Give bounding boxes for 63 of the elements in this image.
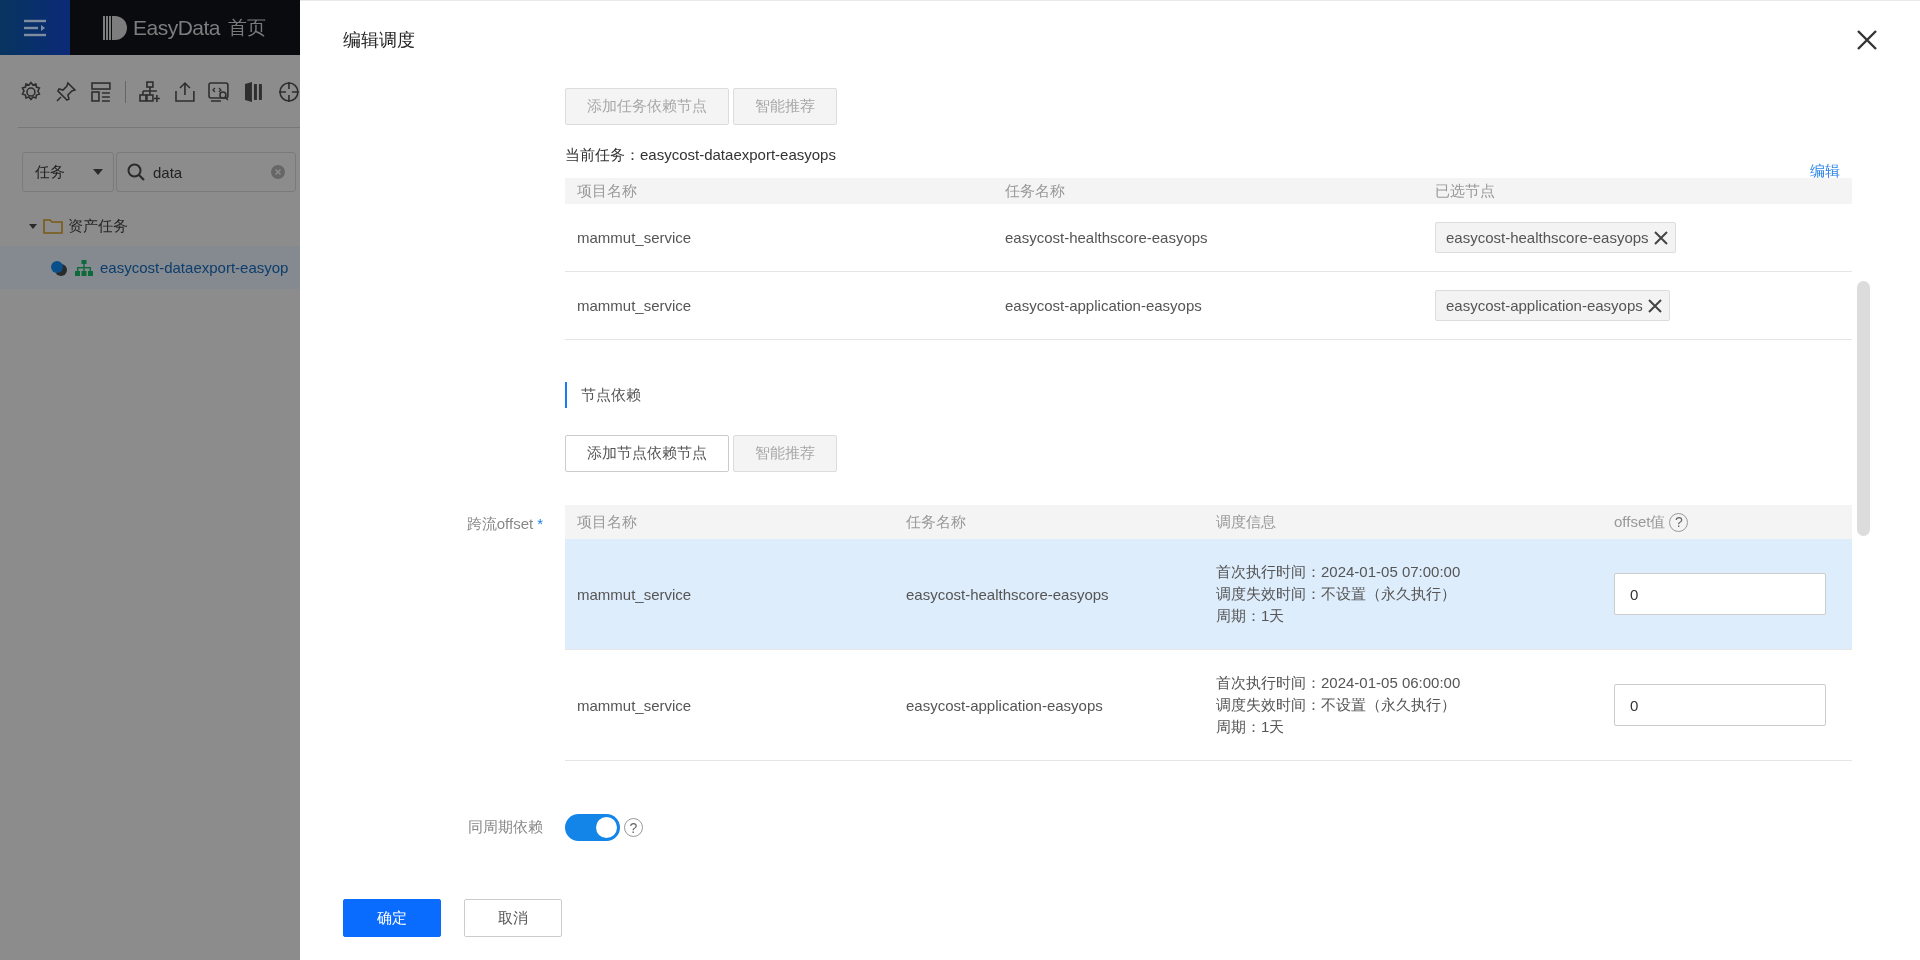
add-button[interactable]: 添加节点依赖节点 bbox=[565, 435, 729, 472]
header-cell-text: 已选节点 bbox=[1434, 181, 1496, 201]
header-cell: 项目名称 bbox=[577, 512, 637, 532]
close-icon[interactable] bbox=[1652, 229, 1669, 246]
tree-item[interactable]: 资产任务 bbox=[68, 216, 128, 236]
close-icon[interactable] bbox=[1857, 29, 1877, 50]
table-row[interactable]: mammut_service easycost-healthscore-easyops 首次执行时间：2024-01-05 07:00:00 调度失效时间：不设置（永久执行） 周期：1天 0 bbox=[565, 539, 1852, 650]
caret-down-icon[interactable] bbox=[28, 221, 38, 231]
header-cell: offset值 bbox=[1614, 512, 1666, 532]
header-cell: 任务名称 bbox=[906, 512, 966, 532]
field-label: 跨流offset bbox=[466, 515, 534, 532]
table-cell-text: easycost-healthscore-easyops bbox=[1004, 229, 1209, 246]
header-cell-text: 项目名称 bbox=[576, 181, 638, 201]
schedule-text: 周期：1天 bbox=[1216, 606, 1286, 626]
table-row[interactable]: mammut_service easycost-application-easyops 首次执行时间：2024-01-05 06:00:00 调度失效时间：不设置（永久执行） 周期：1天 0 bbox=[565, 650, 1852, 761]
section-heading: 节点依赖 bbox=[565, 382, 1852, 408]
menu-icon[interactable] bbox=[24, 18, 46, 37]
header-cell: 调度信息 bbox=[1216, 512, 1276, 532]
scrollbar-thumb[interactable] bbox=[1857, 281, 1870, 536]
caret-down-icon bbox=[93, 169, 103, 175]
type-select[interactable]: 任务 bbox=[22, 152, 114, 192]
schedule-text: 调度失效时间：不设置（永久执行） bbox=[1216, 584, 1457, 604]
offset-input[interactable]: 0 bbox=[1614, 573, 1826, 615]
hierarchy-plus-icon[interactable] bbox=[138, 81, 161, 103]
circles-icon bbox=[50, 259, 68, 276]
node-tag: easycost-application-easyops bbox=[1435, 290, 1670, 321]
confirm-button[interactable]: 确定 bbox=[343, 899, 441, 937]
table-cell-text: mammut_service bbox=[576, 297, 693, 314]
upload-icon[interactable] bbox=[173, 81, 196, 103]
cancel-button[interactable]: 取消 bbox=[464, 899, 562, 937]
schedule-text: 首次执行时间：2024-01-05 06:00:00 bbox=[1216, 673, 1462, 693]
edit-link[interactable]: 编辑 bbox=[1810, 162, 1840, 181]
schedule-text: 周期：1天 bbox=[1216, 717, 1286, 737]
table-cell-text: mammut_service bbox=[576, 229, 693, 246]
code-search-icon[interactable] bbox=[208, 81, 231, 103]
folder-icon bbox=[43, 218, 63, 234]
toggle-switch[interactable] bbox=[565, 814, 620, 841]
schedule-text: 首次执行时间：2024-01-05 07:00:00 bbox=[1216, 562, 1462, 582]
logo-icon bbox=[103, 14, 127, 41]
close-icon[interactable] bbox=[1646, 297, 1663, 314]
schedule-text: 调度失效时间：不设置（永久执行） bbox=[1216, 695, 1457, 715]
search-field[interactable]: data bbox=[116, 152, 296, 192]
drawer-title: 编辑调度 bbox=[343, 28, 415, 52]
current-task-text: 当前任务：easycost-dataexport-easyops bbox=[565, 145, 836, 165]
table-cell-text: mammut_service bbox=[576, 585, 693, 603]
table-cell-text: easycost-healthscore-easyops bbox=[905, 585, 1110, 603]
layout-icon[interactable] bbox=[89, 81, 112, 103]
required-mark: * bbox=[537, 515, 543, 532]
nav-link[interactable]: 首页 bbox=[228, 14, 267, 41]
table-cell-text: easycost-application-easyops bbox=[905, 696, 1104, 714]
header-cell-text: 任务名称 bbox=[1004, 181, 1066, 201]
crosshair-icon[interactable] bbox=[278, 81, 300, 103]
settings-icon[interactable] bbox=[20, 81, 42, 103]
tree-row[interactable]: easycost-dataexport-easyop bbox=[0, 246, 300, 289]
table-cell-text: mammut_service bbox=[576, 696, 693, 714]
table-cell-text: easycost-application-easyops bbox=[1004, 297, 1203, 314]
pin-icon[interactable] bbox=[54, 81, 77, 103]
hierarchy-icon bbox=[75, 259, 93, 276]
node-tag: easycost-healthscore-easyops bbox=[1435, 222, 1676, 253]
app-logo-text: EasyData bbox=[133, 14, 221, 41]
field-label: 同周期依赖 bbox=[468, 818, 543, 835]
search-icon bbox=[127, 163, 145, 181]
offset-input[interactable]: 0 bbox=[1614, 684, 1826, 726]
